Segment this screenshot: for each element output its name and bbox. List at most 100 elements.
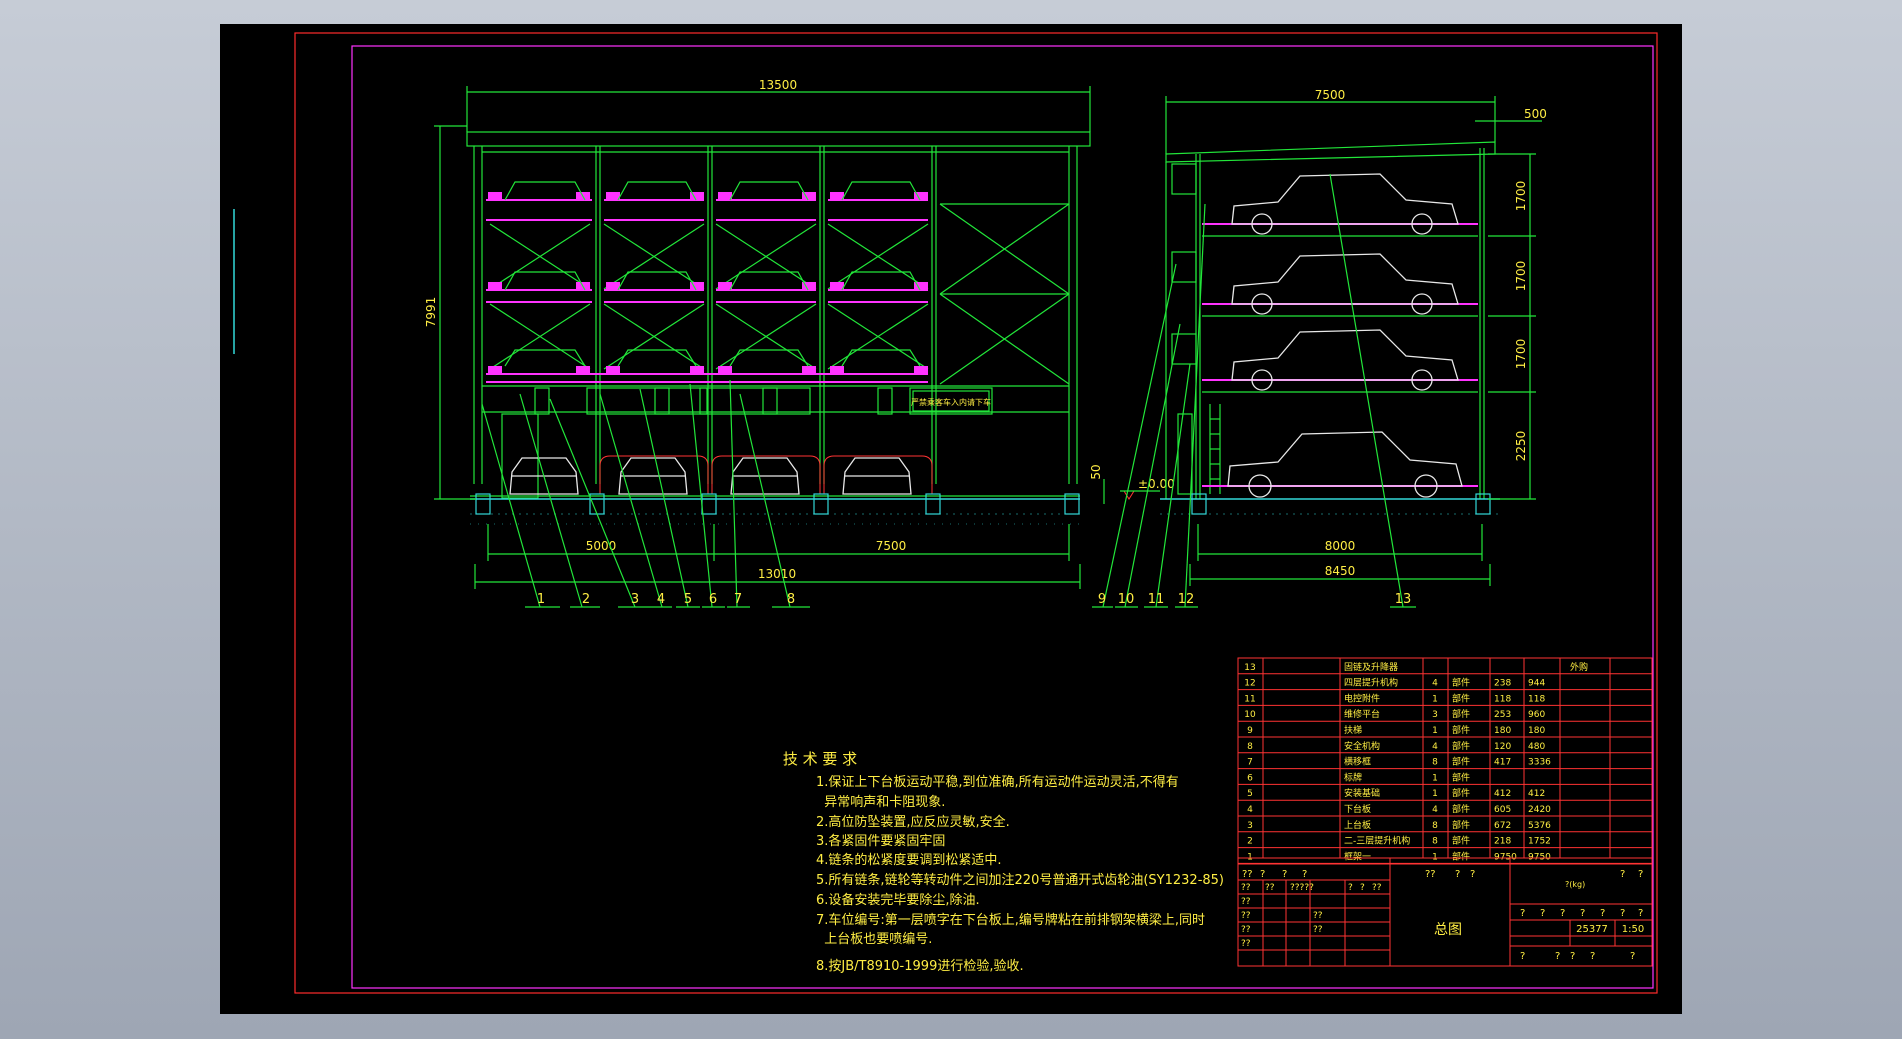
bom-cell-no: 9: [1247, 726, 1253, 736]
bom-cell-type: 部件: [1452, 740, 1470, 752]
bom-cell-w1: 9750: [1494, 852, 1517, 862]
dim-side-overhang: 500: [1524, 107, 1547, 121]
balloon-3: 3: [631, 592, 639, 607]
dim-front-width: 13500: [759, 78, 797, 92]
bom-header-placeholder: ??: [1425, 869, 1436, 880]
bom-cell-qty: 3: [1432, 710, 1438, 720]
bom-cell-name: 标牌: [1344, 771, 1362, 783]
bom-cell-w1: 412: [1494, 789, 1511, 799]
bom-cell-qty: 1: [1432, 694, 1438, 704]
bom-cell-w1: 417: [1494, 758, 1511, 768]
bom-table: 13 固链及升降器 外购12 四层提升机构 4 部件 238 94411 电控附件 1 部件 118 1…: [1237, 657, 1653, 889]
tech-requirements: 技 术 要 求 1.保证上下台板运动平稳,到位准确,所有运动件运动灵活,不得有 …: [783, 750, 1224, 974]
bom-cell-name: 框架一: [1344, 850, 1371, 862]
dim-level-2: 1700: [1514, 261, 1528, 292]
bom-weight-label: ?(kg): [1565, 880, 1585, 889]
bom-cell-no: 11: [1244, 694, 1255, 704]
bom-header-placeholder: ?: [1302, 869, 1307, 880]
front-dimensions: 13500 7991 5000 7500 13010 50 ±0.00: [424, 78, 1175, 589]
bom-cell-no: 5: [1247, 789, 1253, 799]
bom-cell-no: 6: [1247, 773, 1253, 783]
bom-cell-w2: 480: [1528, 742, 1545, 752]
bom-cell-qty: 4: [1432, 805, 1438, 815]
dim-front-right-span: 7500: [876, 539, 907, 553]
drawing-sheet: 严禁乘客车入内请下车 13500 7991 5000 7500 13010 50…: [233, 32, 1658, 994]
sign-mark: ??: [1313, 911, 1323, 921]
balloon-8: 8: [787, 592, 795, 607]
sign-mark: ??: [1241, 925, 1251, 935]
bom-cell-type: 部件: [1452, 850, 1470, 862]
bom-cell-name: 二-三层提升机构: [1344, 835, 1410, 847]
tech-req-line: 5.所有链条,链轮等转动件之间加注220号普通开式齿轮油(SY1232-85): [816, 872, 1224, 888]
cad-viewport[interactable]: 严禁乘客车入内请下车 13500 7991 5000 7500 13010 50…: [220, 24, 1682, 1014]
balloon-1: 1: [537, 592, 545, 607]
balloon-5: 5: [684, 592, 692, 607]
tb-placeholder: ?: [1590, 951, 1595, 962]
tb-placeholder: ?: [1600, 908, 1605, 919]
bom-cell-no: 3: [1247, 821, 1253, 831]
bom-header-placeholder: ?: [1638, 869, 1643, 880]
dim-side-total: 8450: [1325, 564, 1356, 578]
bom-cell-type: 部件: [1452, 677, 1470, 689]
bom-cell-name: 横移框: [1344, 756, 1371, 768]
bom-cell-qty: 1: [1432, 726, 1438, 736]
balloon-2: 2: [582, 592, 590, 607]
balloon-7: 7: [734, 592, 742, 607]
bom-cell-qty: 1: [1432, 789, 1438, 799]
bom-cell-name: 四层提升机构: [1344, 677, 1398, 689]
bom-cell-name: 电控附件: [1344, 692, 1380, 704]
bom-cell-no: 8: [1247, 742, 1253, 752]
bom-cell-no: 1: [1247, 852, 1253, 862]
bom-cell-type: 部件: [1452, 756, 1470, 768]
tech-req-line: 3.各紧固件要紧固牢固: [816, 833, 945, 849]
bom-header-placeholder: ??: [1242, 869, 1253, 880]
bom-cell-w2: 3336: [1528, 758, 1551, 768]
bom-cell-type: 部件: [1452, 787, 1470, 799]
bom-cell-type: 部件: [1452, 835, 1470, 847]
balloon-11: 11: [1148, 592, 1165, 607]
balloon-6: 6: [709, 592, 717, 607]
bom-header-placeholder: ?: [1620, 869, 1625, 880]
bom-cell-w2: 9750: [1528, 852, 1551, 862]
bom-cell-type: 部件: [1452, 708, 1470, 720]
bom-cell-w2: 960: [1528, 710, 1545, 720]
sign-mark: ??: [1241, 911, 1251, 921]
bom-cell-type: 部件: [1452, 771, 1470, 783]
bom-cell-qty: 8: [1432, 821, 1438, 831]
balloon-13: 13: [1395, 592, 1412, 607]
bom-cell-no: 12: [1244, 679, 1255, 689]
tech-req-line: 6.设备安装完毕要除尘,除油.: [816, 892, 980, 908]
bom-cell-note: 外购: [1570, 661, 1588, 673]
tb-placeholder: ?: [1520, 951, 1525, 962]
bom-cell-type: 部件: [1452, 819, 1470, 831]
bom-header-placeholder: ?: [1470, 869, 1475, 880]
bom-cell-qty: 4: [1432, 742, 1438, 752]
bom-cell-w1: 238: [1494, 679, 1511, 689]
balloon-12: 12: [1178, 592, 1195, 607]
dim-side-width: 7500: [1315, 88, 1346, 102]
dim-front-total: 13010: [758, 567, 796, 581]
tech-req-line: 异常响声和卡阻现象.: [816, 794, 945, 810]
sheet-inner-border: [351, 45, 1654, 989]
drawing-scale: 1:50: [1622, 924, 1644, 935]
bom-cell-name: 下台板: [1344, 803, 1371, 815]
bom-cell-name: 安全机构: [1344, 740, 1380, 752]
bom-cell-qty: 1: [1432, 773, 1438, 783]
rev-mark: ??: [1265, 883, 1275, 893]
bom-cell-w2: 5376: [1528, 821, 1551, 831]
rev-mark: ??: [1241, 883, 1251, 893]
tech-req-line: 8.按JB/T8910-1999进行检验,验收.: [816, 958, 1024, 974]
bom-cell-no: 4: [1247, 805, 1253, 815]
sign-mark: ??: [1313, 925, 1323, 935]
total-weight: 25377: [1576, 924, 1608, 935]
bom-cell-type: 部件: [1452, 803, 1470, 815]
bom-cell-no: 13: [1244, 663, 1255, 673]
tech-req-line: 上台板也要喷编号.: [816, 932, 932, 947]
rev-mark: ?: [1360, 883, 1365, 893]
bom-cell-type: 部件: [1452, 724, 1470, 736]
bom-cell-w1: 218: [1494, 837, 1511, 847]
drawing-title: 总图: [1434, 922, 1462, 938]
title-block: 总图 25377 1:50 ? ? ? ? ? ? ? ? ? ? ? ? ??…: [1237, 857, 1653, 967]
dim-pit-depth: 50: [1089, 464, 1103, 479]
dim-level-4: 2250: [1514, 431, 1528, 462]
